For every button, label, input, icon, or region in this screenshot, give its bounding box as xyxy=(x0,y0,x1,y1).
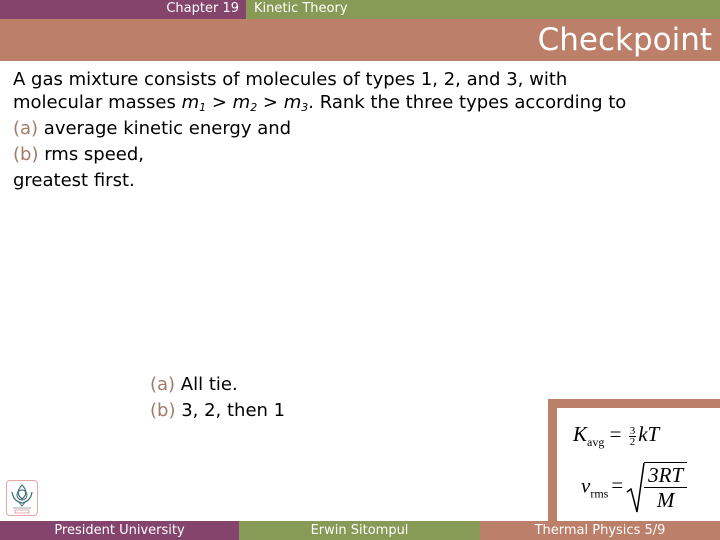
question-line-2-suffix: . Rank the three types according to xyxy=(308,92,627,113)
chapter-label: Chapter 19 xyxy=(0,0,246,19)
question-line-2-prefix: molecular masses xyxy=(13,92,182,113)
equals-sign: = xyxy=(609,422,622,446)
lotus-logo-icon xyxy=(11,484,33,514)
mass-2: m2 xyxy=(233,92,258,113)
footer-course-page: Thermal Physics 5/9 xyxy=(480,521,720,540)
square-root: 3RT M xyxy=(626,462,688,513)
mass-symbol: m xyxy=(232,92,251,113)
kinetic-energy-formula: Kavg = 3 2 kT xyxy=(573,422,659,450)
slide-title: Checkpoint xyxy=(537,22,712,58)
sqrt-fraction: 3RT M xyxy=(644,462,688,512)
part-b-label: (b) xyxy=(13,144,39,165)
formula-panel: Kavg = 3 2 kT vrms = 3RT M xyxy=(557,408,720,521)
answer-b-text: 3, 2, then 1 xyxy=(175,400,286,421)
footer-institution: President University xyxy=(0,521,239,540)
greater-than: > xyxy=(257,92,284,113)
k-symbol: K xyxy=(573,422,588,446)
title-band: Checkpoint xyxy=(0,19,720,61)
answer-a: (a) All tie. xyxy=(150,372,285,398)
question-part-b: (b) rms speed, xyxy=(13,143,713,166)
part-a-label: (a) xyxy=(13,118,39,139)
answer-b: (b) 3, 2, then 1 xyxy=(150,398,285,424)
footer: President University Erwin Sitompul Ther… xyxy=(0,521,720,540)
question-closing: greatest first. xyxy=(13,170,135,191)
top-bar: Chapter 19 Kinetic Theory xyxy=(0,0,720,19)
university-logo xyxy=(6,480,38,516)
mass-symbol: m xyxy=(283,92,302,113)
question-part-a: (a) average kinetic energy and xyxy=(13,117,713,140)
topic-label: Kinetic Theory xyxy=(246,0,720,19)
formula-box: Kavg = 3 2 kT vrms = 3RT M xyxy=(548,399,720,521)
fraction-denominator: 2 xyxy=(629,435,636,448)
mass-1: m1 xyxy=(182,92,207,113)
kt-term: kT xyxy=(638,422,660,446)
answers: (a) All tie. (b) 3, 2, then 1 xyxy=(150,372,285,424)
question-line-2: molecular masses m1 > m2 > m3. Rank the … xyxy=(13,91,713,114)
sqrt-denominator: M xyxy=(656,488,675,512)
mass-3: m3 xyxy=(284,92,309,113)
part-a-text: average kinetic energy and xyxy=(38,118,292,139)
k-subscript: avg xyxy=(587,435,605,449)
rms-speed-formula: vrms = 3RT M xyxy=(581,462,688,513)
question-line-1: A gas mixture consists of molecules of t… xyxy=(13,69,568,90)
footer-author: Erwin Sitompul xyxy=(239,521,480,540)
v-subscript: rms xyxy=(590,486,609,501)
greater-than: > xyxy=(206,92,233,113)
question-text: A gas mixture consists of molecules of t… xyxy=(13,68,713,192)
three-halves-fraction: 32 xyxy=(628,425,637,448)
sqrt-numerator: 3RT xyxy=(644,463,688,488)
v-symbol: v xyxy=(581,473,591,498)
answer-a-text: All tie. xyxy=(175,374,238,395)
mass-symbol: m xyxy=(181,92,200,113)
equals-sign: = xyxy=(611,473,624,498)
answer-b-label: (b) xyxy=(150,400,176,421)
answer-a-label: (a) xyxy=(150,374,176,395)
radical-sign-icon xyxy=(626,462,645,513)
part-b-text: rms speed, xyxy=(38,144,145,165)
